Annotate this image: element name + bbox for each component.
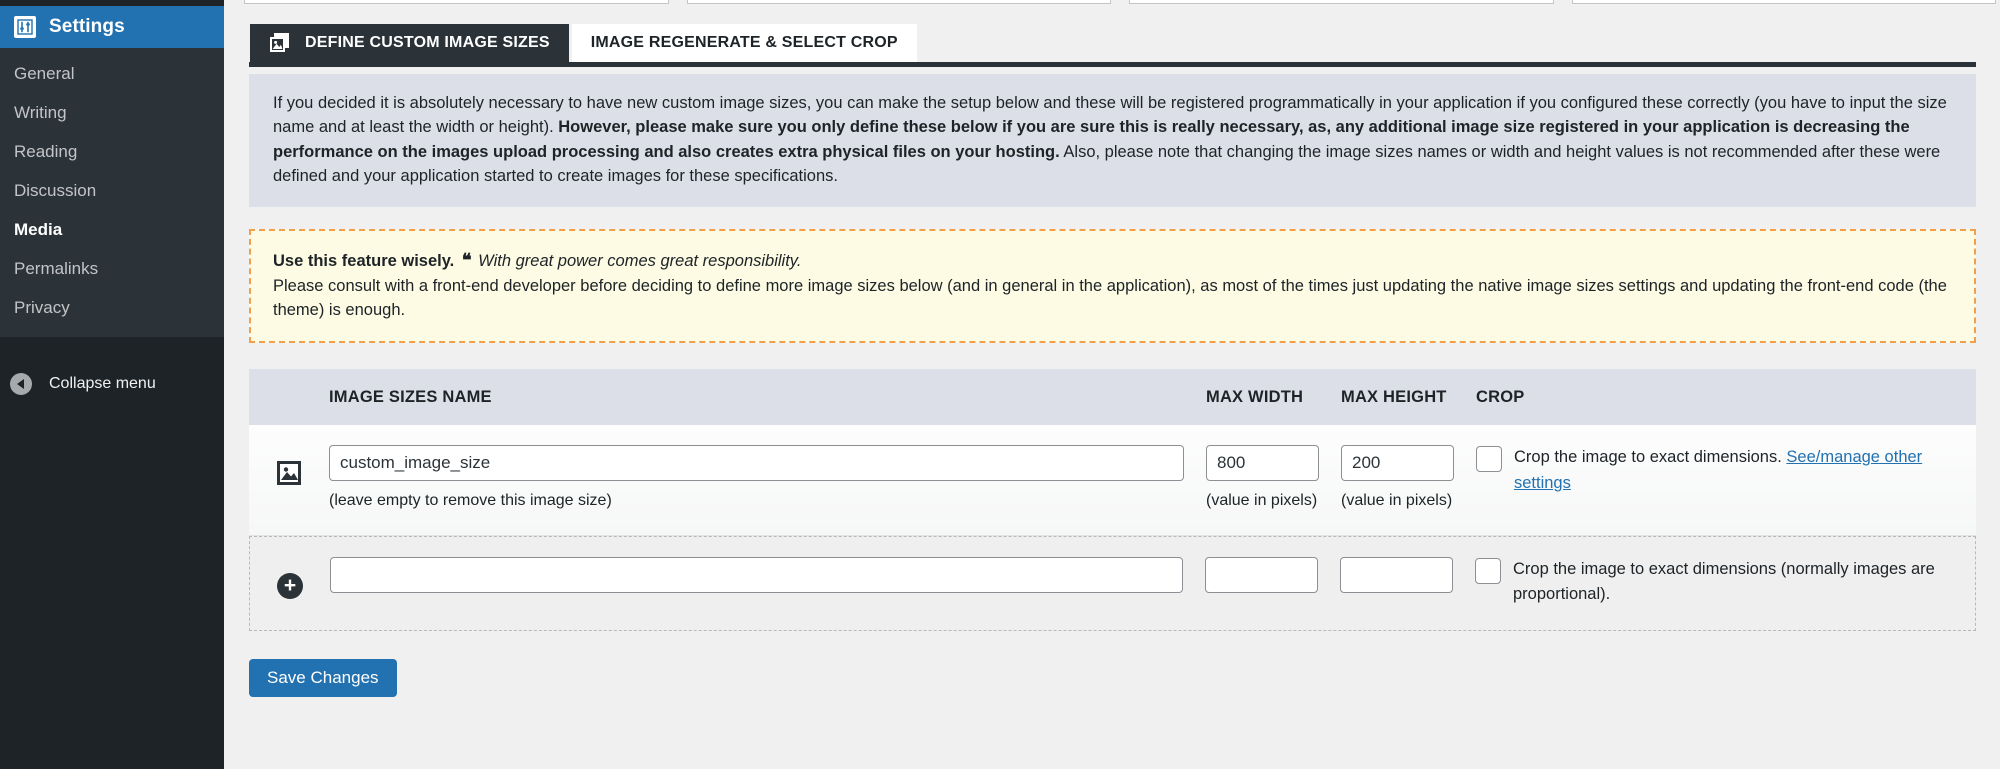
warning-quote: With great power comes great responsibil…	[478, 251, 802, 270]
max-width-hint: (value in pixels)	[1206, 492, 1318, 510]
main-content: DEFINE CUSTOM IMAGE SIZES IMAGE REGENERA…	[224, 0, 2000, 769]
header-crop: CROP	[1476, 387, 1525, 406]
max-height-input[interactable]	[1341, 445, 1454, 482]
tab-define-custom-image-sizes[interactable]: DEFINE CUSTOM IMAGE SIZES	[250, 24, 569, 62]
image-size-name-input[interactable]	[329, 445, 1184, 482]
new-max-height-input[interactable]	[1340, 556, 1453, 593]
sidebar-item-permalinks[interactable]: Permalinks	[0, 250, 224, 289]
crop-checkbox[interactable]	[1476, 446, 1502, 473]
collapse-menu-label: Collapse menu	[49, 375, 156, 392]
new-row-crop-cell: Crop the image to exact dimensions (norm…	[1475, 557, 1975, 608]
admin-screen: Settings General Writing Reading Discuss…	[0, 0, 2000, 769]
warning-first-line: Use this feature wisely. ❝ With great po…	[273, 247, 1952, 274]
cut-off-panel	[244, 0, 669, 4]
settings-tabs: DEFINE CUSTOM IMAGE SIZES IMAGE REGENERA…	[249, 20, 1976, 62]
crop-label-text: Crop the image to exact dimensions.	[1514, 448, 1782, 467]
header-max-width: MAX WIDTH	[1206, 387, 1304, 406]
table-header-row: IMAGE SIZES NAME MAX WIDTH MAX HEIGHT CR…	[249, 369, 1976, 426]
settings-sliders-icon	[14, 16, 36, 38]
tabs-underline	[249, 62, 1976, 67]
new-crop-checkbox[interactable]	[1475, 557, 1501, 584]
cut-off-panels-top	[224, 0, 2000, 4]
chevron-left-circle-icon	[10, 373, 32, 395]
warning-notice: Use this feature wisely. ❝ With great po…	[249, 228, 1976, 344]
plus-circle-icon[interactable]: +	[277, 572, 303, 599]
new-row-height-cell	[1340, 556, 1475, 593]
row-name-cell: (leave empty to remove this image size)	[329, 445, 1206, 512]
table-row-new: + Crop the image to exact dimensions (no…	[249, 535, 1976, 631]
row-image-icon-cell	[249, 445, 329, 490]
new-row-name-cell	[330, 556, 1205, 593]
sidebar-filler	[0, 412, 224, 769]
sidebar-menu-header-label: Settings	[49, 16, 125, 37]
cut-off-panel	[686, 0, 1111, 4]
row-width-cell: (value in pixels)	[1206, 445, 1341, 512]
tab-label: IMAGE REGENERATE & SELECT CROP	[590, 34, 898, 51]
warning-body: Please consult with a front-end develope…	[273, 276, 1947, 320]
cut-off-panel	[1571, 0, 1996, 4]
new-max-width-input[interactable]	[1205, 556, 1318, 593]
sidebar-item-privacy[interactable]: Privacy	[0, 289, 224, 328]
table-row: (leave empty to remove this image size) …	[249, 425, 1976, 536]
header-image-sizes-name: IMAGE SIZES NAME	[329, 387, 492, 406]
sidebar-item-reading[interactable]: Reading	[0, 133, 224, 172]
double-quote-icon: ❝	[461, 249, 472, 270]
image-size-name-hint: (leave empty to remove this image size)	[329, 492, 612, 510]
sidebar-item-media[interactable]: Media	[0, 211, 224, 250]
row-crop-cell: Crop the image to exact dimensions. See/…	[1476, 445, 1976, 496]
intro-description: If you decided it is absolutely necessar…	[249, 74, 1976, 207]
max-height-hint: (value in pixels)	[1341, 492, 1453, 510]
tab-image-regenerate-select-crop[interactable]: IMAGE REGENERATE & SELECT CROP	[571, 24, 917, 62]
crop-label: Crop the image to exact dimensions. See/…	[1514, 445, 1976, 496]
row-height-cell: (value in pixels)	[1341, 445, 1476, 512]
image-sizes-table: IMAGE SIZES NAME MAX WIDTH MAX HEIGHT CR…	[249, 369, 1976, 631]
sidebar-item-general[interactable]: General	[0, 55, 224, 94]
warning-lead: Use this feature wisely.	[273, 251, 455, 270]
header-max-height: MAX HEIGHT	[1341, 387, 1447, 406]
save-changes-button[interactable]: Save Changes	[249, 658, 397, 697]
sidebar-item-writing[interactable]: Writing	[0, 94, 224, 133]
admin-sidebar: Settings General Writing Reading Discuss…	[0, 0, 232, 769]
image-placeholder-icon	[277, 461, 301, 490]
save-row: Save Changes	[249, 658, 1976, 697]
images-stack-icon	[269, 32, 291, 54]
collapse-menu-button[interactable]: Collapse menu	[0, 362, 224, 406]
new-row-width-cell	[1205, 556, 1340, 593]
sidebar-menu-header-settings[interactable]: Settings	[0, 6, 232, 48]
cut-off-panel	[1129, 0, 1554, 4]
sidebar-submenu: General Writing Reading Discussion Media…	[0, 48, 224, 337]
row-add-icon-cell: +	[250, 557, 330, 599]
max-width-input[interactable]	[1206, 445, 1319, 482]
sidebar-item-discussion[interactable]: Discussion	[0, 172, 224, 211]
tab-label: DEFINE CUSTOM IMAGE SIZES	[305, 34, 550, 51]
new-crop-label: Crop the image to exact dimensions (norm…	[1513, 559, 1935, 604]
new-image-size-name-input[interactable]	[330, 556, 1183, 593]
